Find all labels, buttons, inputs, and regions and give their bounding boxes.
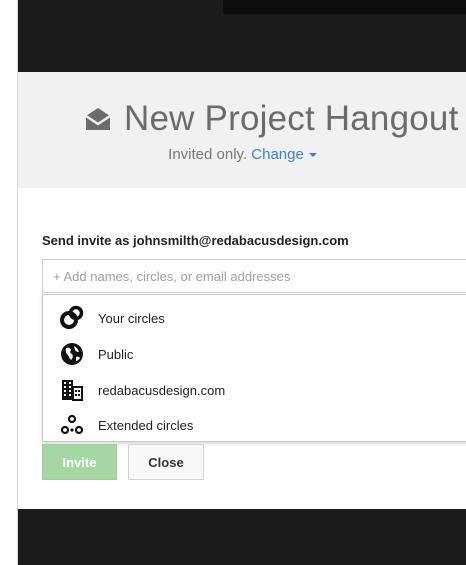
dropdown-item-domain[interactable]: redabacusdesign.com [43, 372, 466, 408]
send-as-email: johnsmilth@redabacusdesign.com [133, 233, 349, 248]
privacy-line: Invited only. Change [18, 146, 466, 163]
hangout-dialog: New Project Hangout Invited only. Change… [17, 0, 466, 565]
dropdown-item-label: Extended circles [98, 417, 194, 433]
invite-button[interactable]: Invite [42, 444, 117, 480]
circles-icon [59, 305, 85, 331]
dialog-header: New Project Hangout Invited only. Change [18, 72, 466, 188]
dropdown-item-public[interactable]: Public [43, 336, 466, 372]
globe-icon [59, 341, 85, 367]
dropdown-item-label: redabacusdesign.com [98, 382, 226, 398]
caret-down-icon [308, 153, 317, 158]
close-button[interactable]: Close [128, 444, 204, 480]
invite-recipients-input[interactable] [42, 259, 466, 293]
change-privacy-link[interactable]: Change [251, 146, 317, 163]
change-link-label: Change [251, 146, 304, 163]
suggestions-dropdown: Your circles Public redabacusdesign.com … [42, 294, 466, 442]
send-as-prefix: Send invite as [42, 233, 134, 248]
top-bar-notch [223, 0, 466, 14]
dropdown-item-label: Your circles [98, 310, 165, 326]
extended-circles-icon [59, 412, 85, 438]
send-invite-label: Send invite as johnsmilth@redabacusdesig… [42, 233, 349, 248]
title-row: New Project Hangout [82, 96, 459, 142]
dropdown-item-your-circles[interactable]: Your circles [43, 300, 466, 336]
privacy-text: Invited only. [168, 146, 248, 163]
page-title: New Project Hangout [124, 99, 459, 138]
domain-building-icon [59, 377, 85, 403]
hangout-envelope-icon [85, 108, 111, 130]
top-dark-bar [18, 0, 466, 72]
bottom-dark-bar [18, 509, 466, 565]
dropdown-item-label: Public [98, 346, 134, 362]
dropdown-item-extended-circles[interactable]: Extended circles [43, 407, 466, 443]
